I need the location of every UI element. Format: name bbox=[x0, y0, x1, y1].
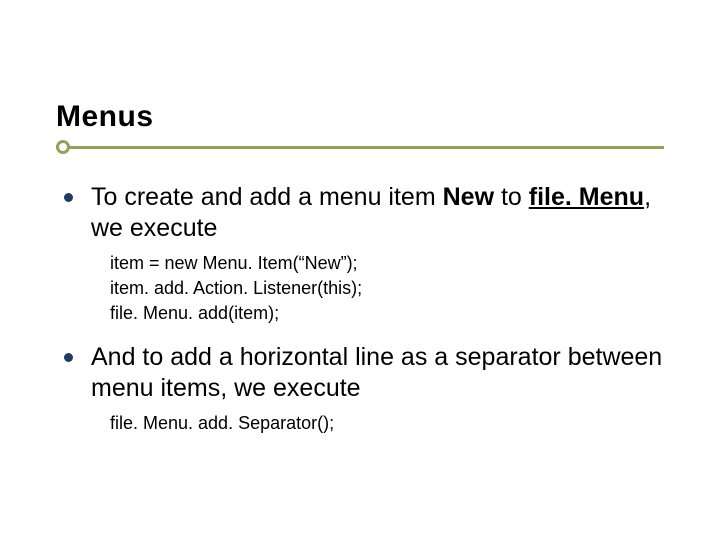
code-line: item = new Menu. Item(“New”); bbox=[110, 251, 664, 276]
code-line: file. Menu. add(item); bbox=[110, 301, 664, 326]
bullet-icon bbox=[64, 353, 73, 362]
bullet-icon bbox=[64, 193, 73, 202]
code-line: item. add. Action. Listener(this); bbox=[110, 276, 664, 301]
list-item: And to add a horizontal line as a separa… bbox=[64, 342, 664, 405]
slide-body: To create and add a menu item New to fil… bbox=[64, 182, 664, 436]
list-item: To create and add a menu item New to fil… bbox=[64, 182, 664, 245]
accent-bar bbox=[56, 140, 664, 154]
text-run: to bbox=[494, 183, 529, 211]
accent-line bbox=[56, 146, 664, 149]
code-line: file. Menu. add. Separator(); bbox=[110, 411, 664, 436]
bullet-list: And to add a horizontal line as a separa… bbox=[64, 342, 664, 405]
list-item-text: To create and add a menu item New to fil… bbox=[91, 182, 664, 245]
slide: Menus To create and add a menu item New … bbox=[0, 0, 720, 540]
slide-title: Menus bbox=[56, 100, 664, 134]
text-bold-underline: file. Menu bbox=[529, 183, 644, 211]
bullet-list: To create and add a menu item New to fil… bbox=[64, 182, 664, 245]
list-item-text: And to add a horizontal line as a separa… bbox=[91, 342, 664, 405]
code-block: item = new Menu. Item(“New”); item. add.… bbox=[110, 251, 664, 327]
code-block: file. Menu. add. Separator(); bbox=[110, 411, 664, 436]
accent-circle-icon bbox=[56, 140, 70, 154]
text-run: To create and add a menu item bbox=[91, 183, 443, 211]
text-bold: New bbox=[443, 183, 494, 211]
